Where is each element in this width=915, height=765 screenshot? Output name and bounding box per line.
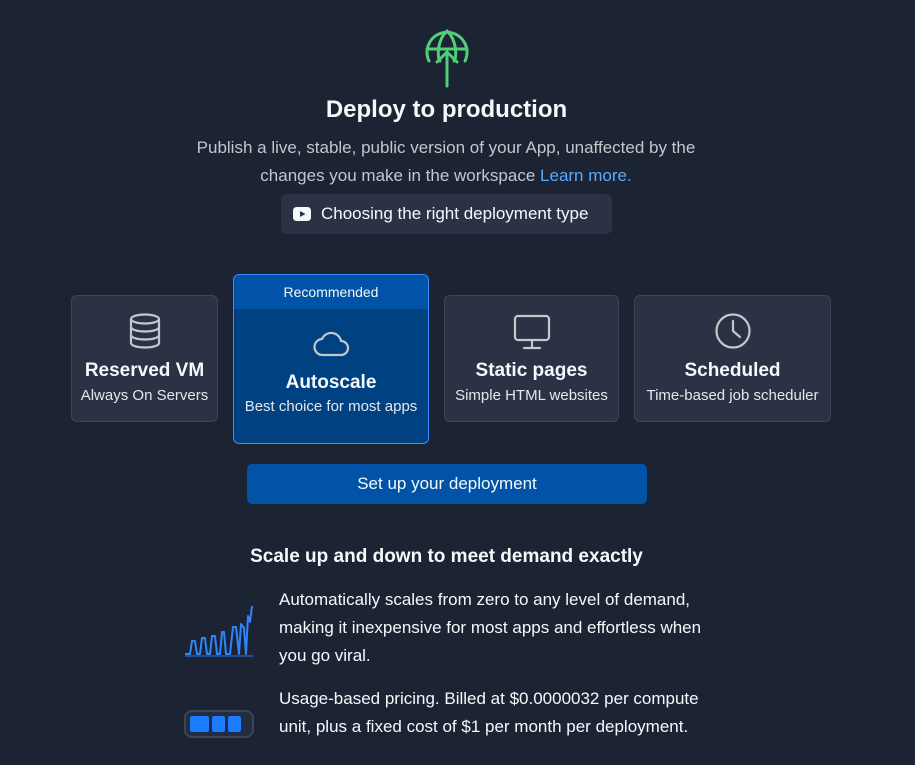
card-static-pages[interactable]: Static pages Simple HTML websites xyxy=(444,295,619,422)
card-subtitle: Simple HTML websites xyxy=(455,387,608,404)
card-title: Scheduled xyxy=(684,360,781,381)
card-title: Autoscale xyxy=(285,372,377,393)
setup-deployment-button[interactable]: Set up your deployment xyxy=(247,464,647,504)
database-icon xyxy=(129,313,160,349)
recommended-badge: Recommended xyxy=(234,275,428,309)
page-subtitle: Publish a live, stable, public version o… xyxy=(190,134,702,190)
card-title: Reserved VM xyxy=(84,360,205,381)
page-title: Deploy to production xyxy=(325,96,568,123)
scaling-chart-icon xyxy=(185,605,253,657)
youtube-icon xyxy=(293,207,311,221)
card-title: Static pages xyxy=(475,360,588,381)
feature-text-autoscaling: Automatically scales from zero to any le… xyxy=(279,590,702,665)
card-scheduled[interactable]: Scheduled Time-based job scheduler xyxy=(634,295,831,422)
section-heading: Scale up and down to meet demand exactly xyxy=(250,546,643,567)
card-subtitle: Best choice for most apps xyxy=(244,398,418,415)
cloud-icon xyxy=(313,331,350,357)
video-guide-label: Choosing the right deployment type xyxy=(321,204,589,223)
card-subtitle: Time-based job scheduler xyxy=(646,387,819,404)
clock-icon xyxy=(714,313,751,349)
video-guide-button[interactable]: Choosing the right deployment type xyxy=(281,194,612,234)
monitor-icon xyxy=(513,314,550,350)
globe-upload-icon xyxy=(425,29,469,88)
card-reserved-vm[interactable]: Reserved VM Always On Servers xyxy=(71,295,218,422)
deploy-panel: Deploy to production Publish a live, sta… xyxy=(0,0,915,765)
card-autoscale[interactable]: Recommended Autoscale Best choice for mo… xyxy=(233,274,429,444)
battery-icon xyxy=(184,710,254,738)
card-subtitle: Always On Servers xyxy=(80,387,209,404)
feature-text-pricing: Usage-based pricing. Billed at $0.000003… xyxy=(279,689,699,736)
learn-more-link[interactable]: Learn more. xyxy=(540,166,632,185)
